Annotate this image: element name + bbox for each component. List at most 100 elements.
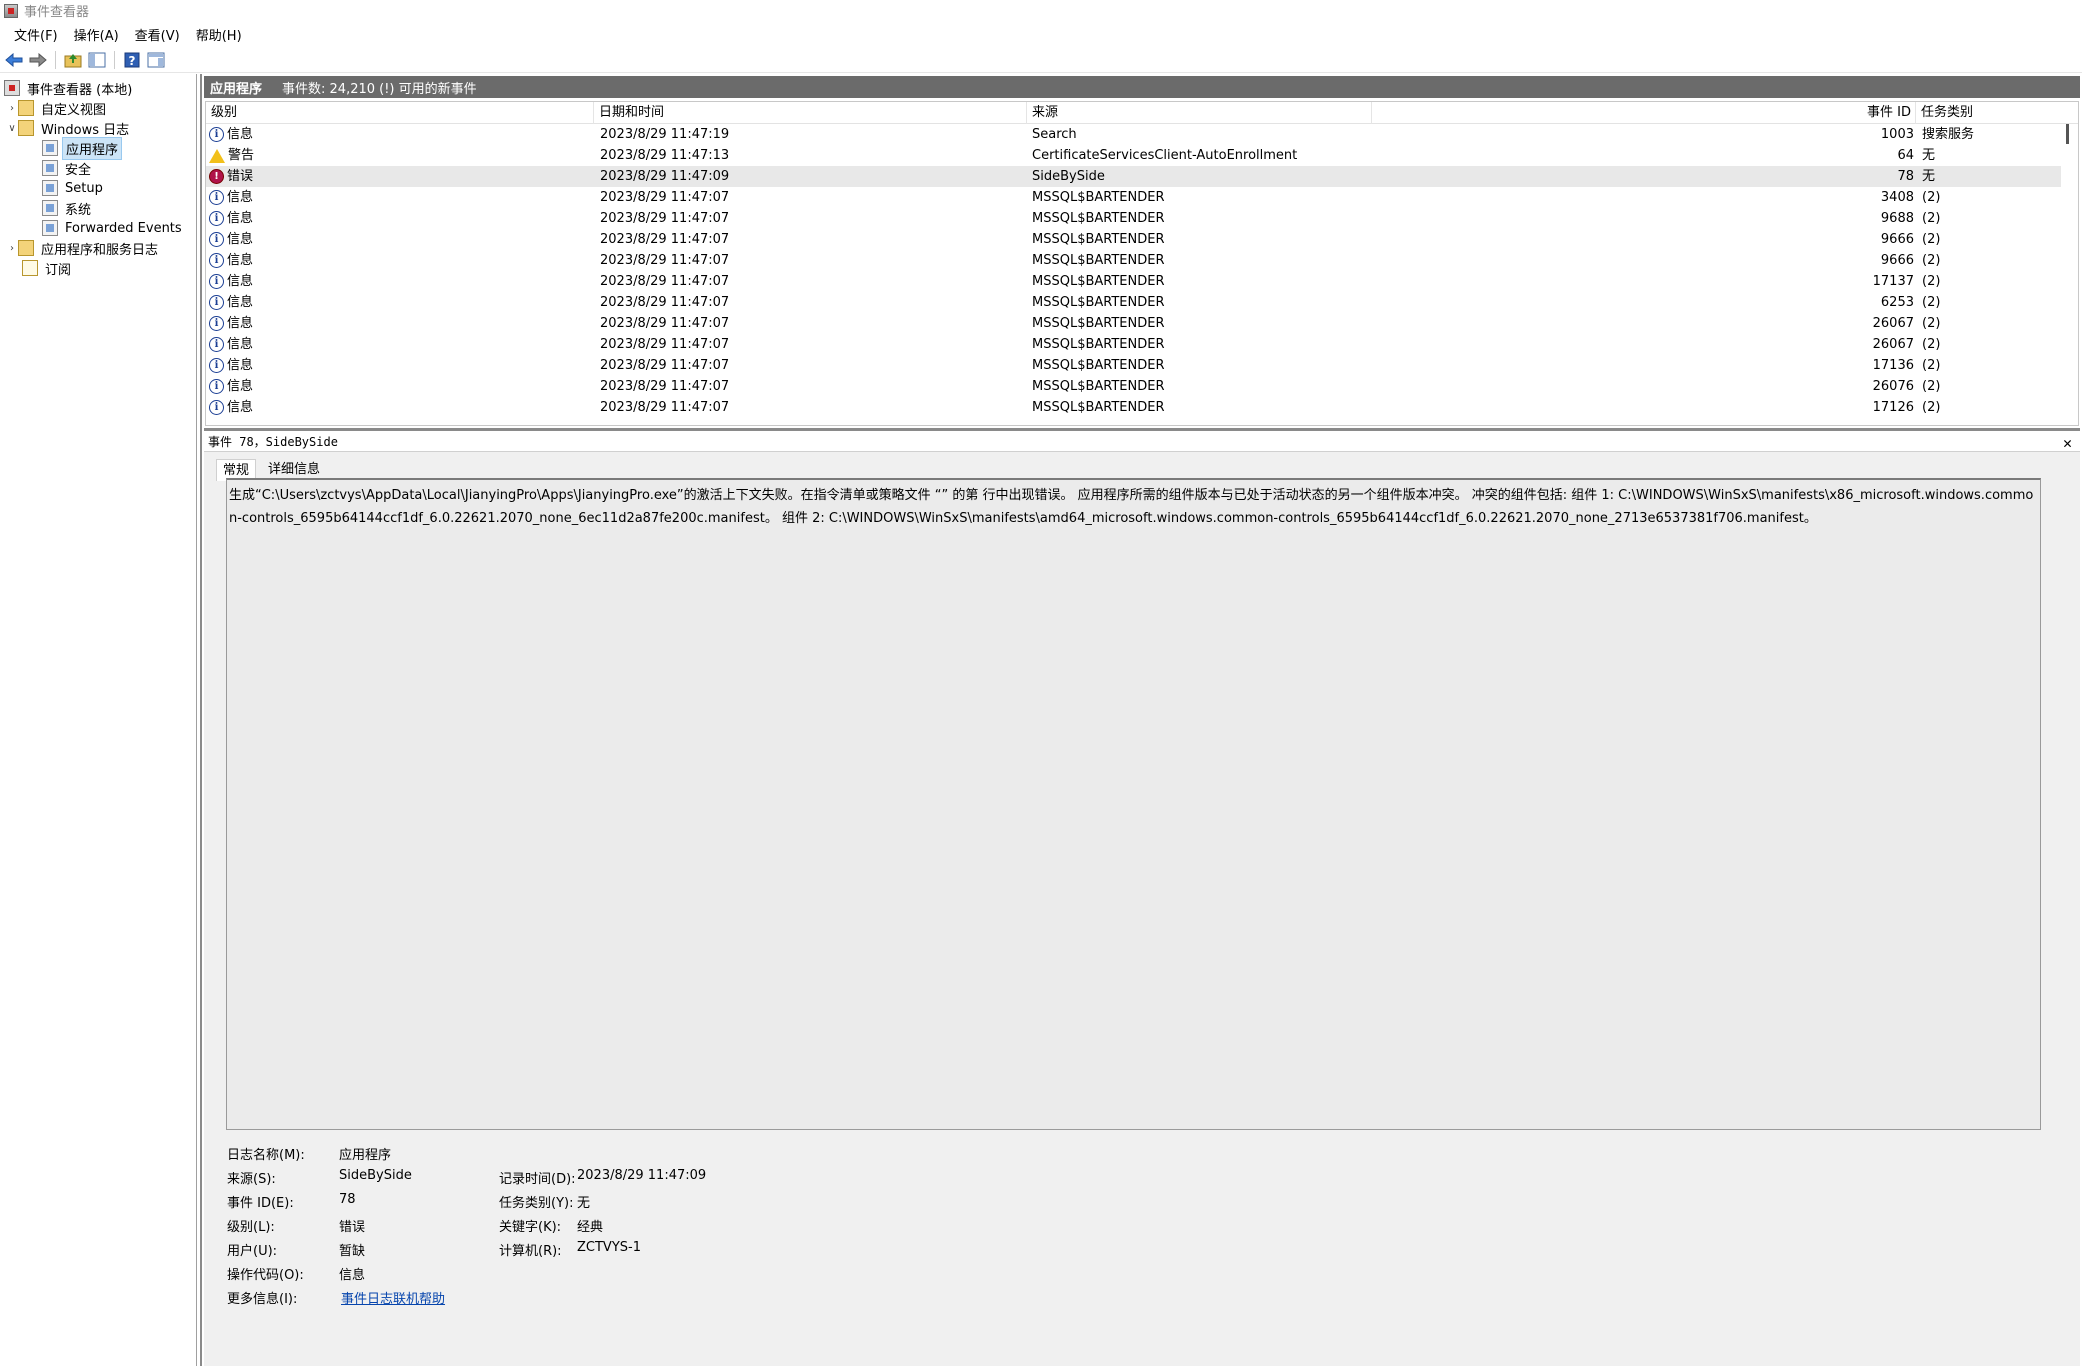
cell-level: i 信息 bbox=[209, 292, 589, 313]
close-icon[interactable]: ✕ bbox=[2063, 433, 2072, 453]
tree-node-setup[interactable]: Setup bbox=[42, 178, 106, 198]
event-row[interactable]: 警告 2023/8/29 11:47:13 CertificateServicesC… bbox=[206, 145, 2061, 166]
event-row[interactable]: i 信息 2023/8/29 11:47:07 MSSQL$BARTENDER 1713… bbox=[206, 271, 2061, 292]
event-row[interactable]: i 信息 2023/8/29 11:47:07 MSSQL$BARTENDER 9688… bbox=[206, 208, 2061, 229]
cell-source: SideBySide bbox=[1032, 169, 1105, 184]
cell-event-id: 78 bbox=[1897, 169, 1914, 184]
tree-node-security[interactable]: 安全 bbox=[42, 158, 94, 178]
tree-node-app-service-logs[interactable]: › 应用程序和服务日志 bbox=[6, 238, 161, 258]
event-row[interactable]: i 信息 2023/8/29 11:47:07 MSSQL$BARTENDER 1712… bbox=[206, 397, 2061, 418]
label-computer: 计算机(R): bbox=[499, 1244, 562, 1259]
cell-source: MSSQL$BARTENDER bbox=[1032, 316, 1165, 331]
cell-date: 2023/8/29 11:47:07 bbox=[600, 316, 730, 331]
event-row[interactable]: i 信息 2023/8/29 11:47:07 MSSQL$BARTENDER 2606… bbox=[206, 313, 2061, 334]
cell-date: 2023/8/29 11:47:07 bbox=[600, 400, 730, 415]
back-arrow-icon[interactable] bbox=[4, 50, 24, 70]
event-row[interactable]: i 信息 2023/8/29 11:47:19 Search 1003 搜索服务 bbox=[206, 124, 2061, 145]
cell-date: 2023/8/29 11:47:07 bbox=[600, 211, 730, 226]
toolbar-separator bbox=[55, 50, 56, 69]
event-row[interactable]: i 信息 2023/8/29 11:47:07 MSSQL$BARTENDER 2607… bbox=[206, 376, 2061, 397]
tree-node-root[interactable]: 事件查看器 (本地) bbox=[4, 78, 135, 98]
event-row[interactable]: ! 错误 2023/8/29 11:47:09 SideBySide 78 无 bbox=[206, 166, 2061, 187]
tree-node-system[interactable]: 系统 bbox=[42, 198, 94, 218]
chevron-right-icon[interactable]: › bbox=[6, 103, 18, 114]
show-hide-tree-icon[interactable] bbox=[87, 50, 107, 70]
cell-task: (2) bbox=[1922, 190, 1941, 205]
panel-header: 应用程序 事件数: 24,210 (!) 可用的新事件 bbox=[204, 76, 2080, 98]
event-row[interactable]: i 信息 2023/8/29 11:47:07 MSSQL$BARTENDER 2606… bbox=[206, 334, 2061, 355]
cell-task: (2) bbox=[1922, 274, 1941, 289]
up-folder-icon[interactable] bbox=[63, 50, 83, 70]
tree-label: Setup bbox=[65, 180, 103, 196]
cell-date: 2023/8/29 11:47:07 bbox=[600, 295, 730, 310]
event-description[interactable]: 生成“C:\Users\zctvys\AppData\Local\Jianyin… bbox=[226, 478, 2041, 1130]
event-row[interactable]: i 信息 2023/8/29 11:47:07 MSSQL$BARTENDER 1713… bbox=[206, 355, 2061, 376]
label-level: 级别(L): bbox=[227, 1220, 275, 1235]
help-icon[interactable]: ? bbox=[122, 50, 142, 70]
menu-file[interactable]: 文件(F) bbox=[6, 23, 66, 46]
tree-label: 自定义视图 bbox=[41, 102, 107, 118]
event-row[interactable]: i 信息 2023/8/29 11:47:07 MSSQL$BARTENDER 9666… bbox=[206, 250, 2061, 271]
warning-icon bbox=[209, 148, 225, 163]
online-help-link[interactable]: 事件日志联机帮助 bbox=[341, 1288, 445, 1307]
cell-event-id: 6253 bbox=[1880, 295, 1914, 310]
menu-bar: 文件(F) 操作(A) 查看(V) 帮助(H) bbox=[0, 21, 2082, 47]
cell-event-id: 17126 bbox=[1872, 400, 1914, 415]
cell-level: i 信息 bbox=[209, 397, 589, 418]
forward-arrow-icon[interactable] bbox=[28, 50, 48, 70]
value-event-id: 78 bbox=[339, 1192, 356, 1207]
cell-source: MSSQL$BARTENDER bbox=[1032, 379, 1165, 394]
event-row[interactable]: i 信息 2023/8/29 11:47:07 MSSQL$BARTENDER 3408… bbox=[206, 187, 2061, 208]
level-text: 信息 bbox=[227, 127, 254, 142]
tree-node-subscriptions[interactable]: 订阅 bbox=[22, 258, 74, 278]
tree-node-windows-logs[interactable]: ∨ Windows 日志 bbox=[6, 118, 132, 138]
tree-node-application[interactable]: 应用程序 bbox=[42, 136, 123, 160]
menu-help[interactable]: 帮助(H) bbox=[188, 23, 250, 46]
navigation-tree: 事件查看器 (本地) › 自定义视图 ∨ Windows 日志 应用程序 安全 … bbox=[0, 74, 197, 1366]
column-header-task[interactable]: 任务类别 bbox=[1916, 102, 2078, 124]
cell-event-id: 17136 bbox=[1872, 358, 1914, 373]
log-icon bbox=[42, 200, 58, 216]
cell-level: i 信息 bbox=[209, 334, 589, 355]
tree-node-custom-views[interactable]: › 自定义视图 bbox=[6, 98, 109, 118]
detail-title: 事件 78，SideBySide bbox=[208, 435, 338, 449]
cell-level: i 信息 bbox=[209, 124, 589, 145]
cell-event-id: 9666 bbox=[1880, 253, 1914, 268]
cell-level: 警告 bbox=[209, 145, 589, 166]
value-source: SideBySide bbox=[339, 1168, 412, 1183]
cell-level: i 信息 bbox=[209, 271, 589, 292]
tree-label: Windows 日志 bbox=[41, 122, 130, 138]
menu-view[interactable]: 查看(V) bbox=[127, 23, 188, 46]
column-header-source[interactable]: 来源 bbox=[1027, 102, 1372, 124]
vertical-scrollbar[interactable] bbox=[2064, 124, 2072, 424]
event-list: 级别 日期和时间 来源 事件 ID 任务类别 i 信息 2023/8/29 11:4… bbox=[205, 101, 2079, 426]
label-opcode: 操作代码(O): bbox=[227, 1268, 304, 1283]
cell-task: (2) bbox=[1922, 358, 1941, 373]
scrollbar-thumb[interactable] bbox=[2066, 124, 2069, 144]
column-header-event-id[interactable]: 事件 ID bbox=[1372, 102, 1916, 124]
tree-node-forwarded-events[interactable]: Forwarded Events bbox=[42, 218, 185, 238]
detail-header: 事件 78，SideBySide ✕ bbox=[204, 432, 2080, 452]
menu-action[interactable]: 操作(A) bbox=[66, 23, 127, 46]
show-hide-action-pane-icon[interactable] bbox=[146, 50, 166, 70]
value-level: 错误 bbox=[339, 1220, 366, 1235]
cell-level: i 信息 bbox=[209, 376, 589, 397]
chevron-right-icon[interactable]: › bbox=[6, 243, 18, 254]
value-computer: ZCTVYS-1 bbox=[577, 1240, 641, 1255]
cell-level: i 信息 bbox=[209, 208, 589, 229]
cell-source: MSSQL$BARTENDER bbox=[1032, 211, 1165, 226]
cell-source: MSSQL$BARTENDER bbox=[1032, 337, 1165, 352]
cell-date: 2023/8/29 11:47:07 bbox=[600, 232, 730, 247]
chevron-down-icon[interactable]: ∨ bbox=[6, 123, 18, 134]
cell-level: i 信息 bbox=[209, 187, 589, 208]
label-log-name: 日志名称(M): bbox=[227, 1148, 305, 1163]
column-header-date[interactable]: 日期和时间 bbox=[594, 102, 1027, 124]
column-header-level[interactable]: 级别 bbox=[206, 102, 594, 124]
cell-event-id: 1003 bbox=[1880, 127, 1914, 142]
pane-splitter[interactable] bbox=[204, 428, 2080, 431]
value-user: 暂缺 bbox=[339, 1244, 366, 1259]
event-row[interactable]: i 信息 2023/8/29 11:47:07 MSSQL$BARTENDER 6253… bbox=[206, 292, 2061, 313]
info-icon: i bbox=[209, 190, 224, 205]
cell-date: 2023/8/29 11:47:19 bbox=[600, 127, 730, 142]
event-row[interactable]: i 信息 2023/8/29 11:47:07 MSSQL$BARTENDER 9666… bbox=[206, 229, 2061, 250]
